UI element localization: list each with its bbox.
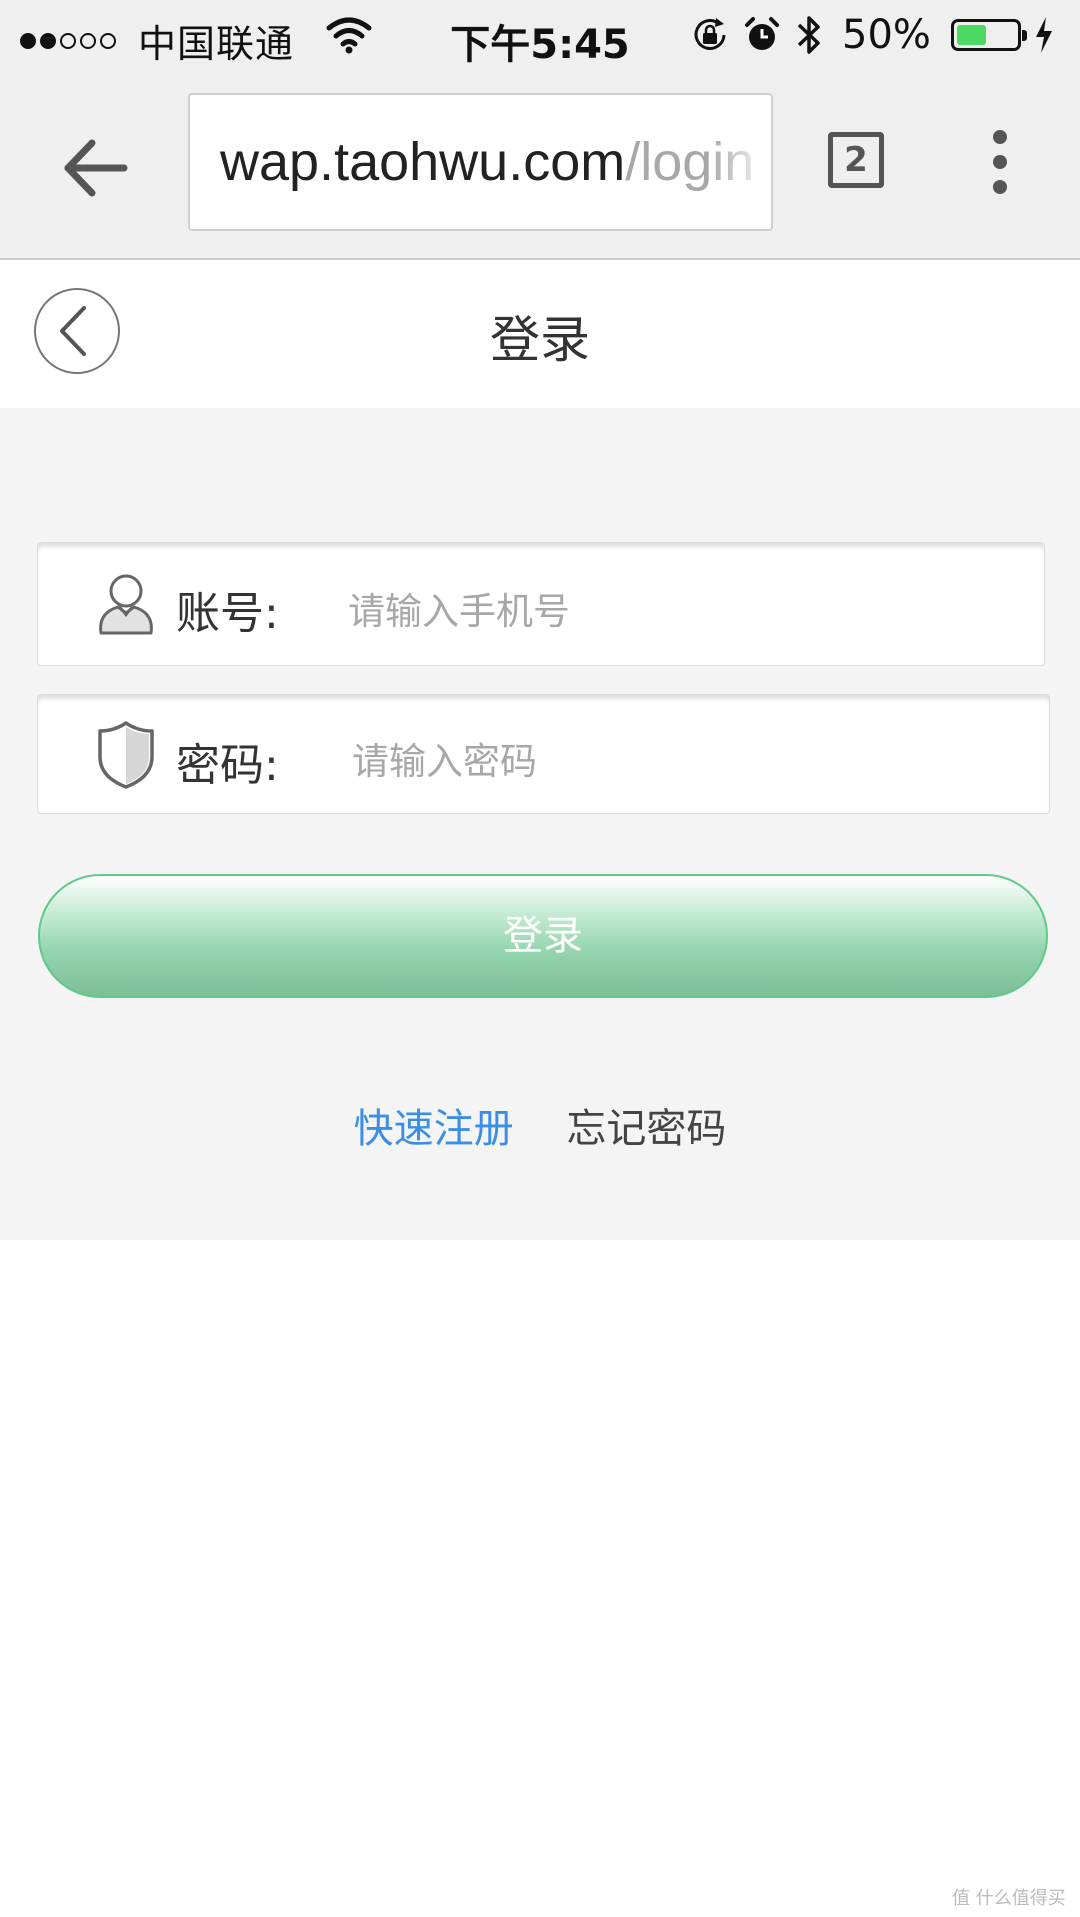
tab-switcher-button[interactable]: 2 (828, 132, 884, 188)
status-bar: 中国联通 下午5:45 50% (0, 0, 1080, 70)
login-form: 账号: 请输入手机号 密码: 请输入密码 登录 快速注册 忘记密码 (0, 408, 1080, 1240)
menu-dot (993, 155, 1007, 169)
page-title: 登录 (490, 311, 590, 369)
bluetooth-icon (797, 16, 820, 54)
forgot-password-link[interactable]: 忘记密码 (566, 1096, 726, 1154)
login-button[interactable]: 登录 (38, 874, 1048, 998)
auth-links: 快速注册 忘记密码 (0, 1096, 1080, 1154)
password-field[interactable]: 密码: 请输入密码 (37, 694, 1050, 814)
battery-percent: 50% (842, 12, 931, 58)
account-input[interactable]: 请输入手机号 (348, 581, 570, 635)
rotation-lock-icon (694, 18, 726, 50)
address-bar[interactable]: wap.taohwu.com/login (188, 93, 773, 231)
password-label: 密码: (176, 740, 279, 791)
browser-back-icon[interactable] (58, 128, 138, 208)
charging-icon (1035, 17, 1052, 53)
user-icon (99, 574, 153, 635)
battery-icon (950, 19, 1027, 51)
quick-register-link[interactable]: 快速注册 (354, 1096, 514, 1154)
account-field[interactable]: 账号: 请输入手机号 (37, 542, 1045, 666)
overflow-menu-icon[interactable] (988, 130, 1012, 194)
password-input[interactable]: 请输入密码 (352, 731, 537, 785)
browser-toolbar: wap.taohwu.com/login 2 (0, 70, 1080, 260)
menu-dot (993, 130, 1007, 144)
watermark: 值 什么值得买 (952, 1888, 1066, 1909)
account-label: 账号: (176, 588, 279, 639)
menu-dot (993, 180, 1007, 194)
battery-fill (956, 25, 986, 45)
url-host: wap.taohwu.com (220, 132, 626, 192)
url-fade (711, 95, 771, 229)
page-header: 登录 (0, 260, 1080, 408)
shield-icon (98, 721, 154, 789)
alarm-icon (745, 17, 779, 50)
